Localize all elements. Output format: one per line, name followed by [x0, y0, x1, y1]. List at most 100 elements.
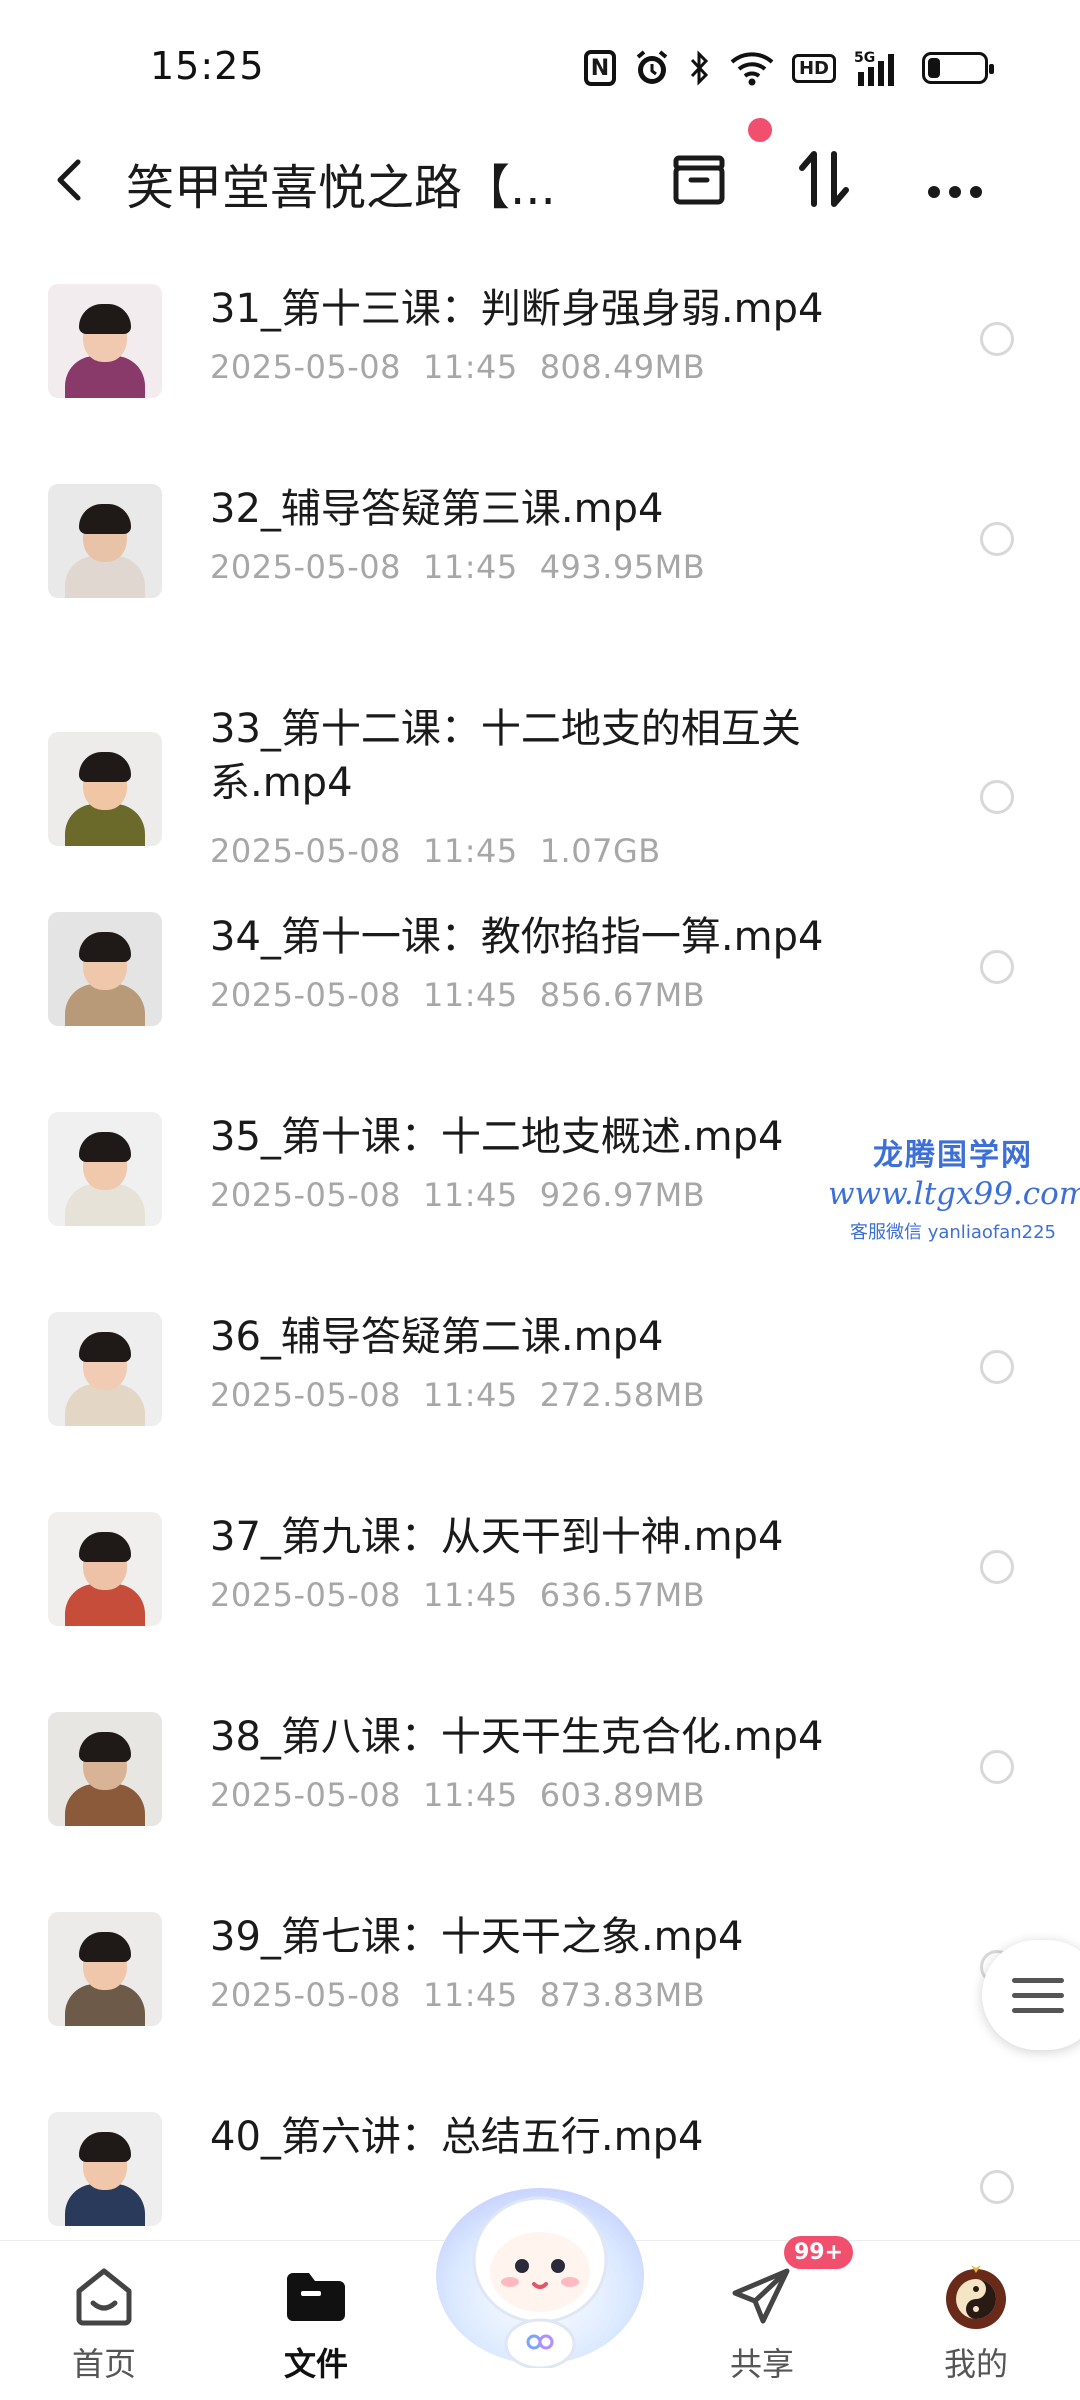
back-button[interactable]	[44, 152, 100, 208]
video-thumbnail	[48, 912, 162, 1026]
file-time: 11:45	[422, 1176, 518, 1214]
file-meta: 2025-05-08 11:45 873.83MB	[210, 1976, 727, 2014]
share-badge: 99+	[784, 2236, 854, 2269]
file-size: 493.95MB	[539, 548, 706, 586]
battery-icon	[922, 46, 994, 90]
nav-mine-label: 我的	[943, 2345, 1008, 2383]
nav-share-label: 共享	[729, 2345, 794, 2383]
file-row[interactable]: 38_第八课：十天干生克合化.mp4 2025-05-08 11:45 603.89M…	[0, 1688, 1080, 1888]
file-row[interactable]: 36_辅导答疑第二课.mp4 2025-05-08 11:45 272.58MB	[0, 1288, 1080, 1488]
file-meta: 2025-05-08 11:45 272.58MB	[210, 1376, 727, 1414]
transfer-box-icon	[673, 155, 725, 205]
file-name: 31_第十三课：判断身强身弱.mp4	[210, 286, 824, 332]
select-checkbox[interactable]	[980, 1350, 1014, 1384]
select-checkbox[interactable]	[980, 322, 1014, 356]
file-meta: 2025-05-08 11:45 808.49MB	[210, 348, 727, 386]
video-thumbnail	[48, 1712, 162, 1826]
wifi-icon	[730, 46, 774, 90]
bluetooth-icon	[688, 46, 712, 90]
battery-fill	[928, 58, 940, 78]
status-icons: N HD 5G	[583, 46, 994, 90]
hd-icon: HD	[791, 46, 836, 90]
file-date: 2025-05-08	[210, 976, 401, 1014]
file-list[interactable]: 31_第十三课：判断身强身弱.mp4 2025-05-08 11:45 808.49M…	[0, 260, 1080, 2240]
more-icon	[928, 186, 982, 198]
file-name: 32_辅导答疑第三课.mp4	[210, 486, 664, 532]
file-time: 11:45	[422, 548, 518, 586]
file-name: 33_第十二课：十二地支的相互关系.mp4	[210, 706, 801, 806]
transfer-box-button[interactable]	[664, 144, 734, 214]
file-time: 11:45	[422, 1576, 518, 1614]
file-date: 2025-05-08	[210, 1576, 401, 1614]
nav-mine[interactable]: 我的	[906, 2261, 1046, 2385]
file-size: 926.97MB	[539, 1176, 706, 1214]
file-time: 11:45	[422, 832, 518, 870]
5g-signal-icon: 5G	[854, 46, 904, 90]
select-checkbox[interactable]	[980, 522, 1014, 556]
select-checkbox[interactable]	[980, 950, 1014, 984]
yin-yang-avatar-icon	[941, 2261, 1011, 2331]
file-date: 2025-05-08	[210, 832, 401, 870]
file-size: 272.58MB	[539, 1376, 706, 1414]
video-thumbnail	[48, 1112, 162, 1226]
ai-mascot-button[interactable]	[430, 2168, 650, 2370]
watermark-title: 龙腾国学网	[873, 1138, 1033, 1173]
share-plane-icon	[727, 2261, 797, 2331]
select-checkbox[interactable]	[980, 2170, 1014, 2204]
video-thumbnail	[48, 1312, 162, 1426]
nav-home[interactable]: 首页	[34, 2261, 174, 2385]
select-checkbox[interactable]	[980, 1550, 1014, 1584]
file-size: 636.57MB	[539, 1576, 706, 1614]
file-name: 37_第九课：从天干到十神.mp4	[210, 1514, 784, 1560]
file-meta: 2025-05-08 11:45 603.89MB	[210, 1776, 727, 1814]
status-time: 15:25	[150, 44, 265, 88]
more-button[interactable]	[920, 144, 990, 214]
sort-button[interactable]	[790, 144, 860, 214]
file-name: 40_第六讲：总结五行.mp4	[210, 2114, 704, 2160]
file-meta: 2025-05-08 11:45 856.67MB	[210, 976, 727, 1014]
video-thumbnail	[48, 1512, 162, 1626]
select-checkbox[interactable]	[980, 780, 1014, 814]
file-time: 11:45	[422, 348, 518, 386]
video-thumbnail	[48, 484, 162, 598]
file-date: 2025-05-08	[210, 1376, 401, 1414]
select-checkbox[interactable]	[980, 1750, 1014, 1784]
file-name: 38_第八课：十天干生克合化.mp4	[210, 1714, 824, 1760]
file-size: 873.83MB	[539, 1976, 706, 2014]
ai-mascot-icon	[436, 2188, 644, 2370]
folder-icon	[281, 2261, 351, 2331]
file-name: 34_第十一课：教你掐指一算.mp4	[210, 914, 824, 960]
file-size: 603.89MB	[539, 1776, 706, 1814]
file-date: 2025-05-08	[210, 1976, 401, 2014]
file-row[interactable]: 33_第十二课：十二地支的相互关系.mp4 2025-05-08 11:45 1.07…	[0, 660, 1080, 888]
file-row[interactable]: 37_第九课：从天干到十神.mp4 2025-05-08 11:45 636.57MB	[0, 1488, 1080, 1688]
watermark: 龙腾国学网 www.ltgx99.com 客服微信 yanliaofan225	[828, 1130, 1080, 1244]
file-meta: 2025-05-08 11:45 926.97MB	[210, 1176, 727, 1214]
file-size: 1.07GB	[539, 832, 661, 870]
page-title: 笑甲堂喜悦之路【...	[126, 160, 556, 216]
alarm-icon	[634, 46, 670, 90]
file-row[interactable]: 39_第七课：十天干之象.mp4 2025-05-08 11:45 873.83MB	[0, 1888, 1080, 2088]
file-size: 808.49MB	[539, 348, 706, 386]
file-time: 11:45	[422, 1976, 518, 2014]
back-icon	[57, 159, 81, 201]
sort-icon	[799, 151, 849, 207]
file-date: 2025-05-08	[210, 548, 401, 586]
file-row[interactable]: 32_辅导答疑第三课.mp4 2025-05-08 11:45 493.95MB	[0, 460, 1080, 660]
nav-files[interactable]: 文件	[246, 2261, 386, 2385]
file-date: 2025-05-08	[210, 1176, 401, 1214]
menu-bar-icon	[1012, 1978, 1064, 1983]
header: 笑甲堂喜悦之路【...	[0, 130, 1080, 260]
file-meta: 2025-05-08 11:45 493.95MB	[210, 548, 727, 586]
nav-share[interactable]: 共享	[692, 2261, 832, 2385]
file-date: 2025-05-08	[210, 1776, 401, 1814]
video-thumbnail	[48, 1912, 162, 2026]
file-time: 11:45	[422, 976, 518, 1014]
video-thumbnail	[48, 284, 162, 398]
file-meta: 2025-05-08 11:45 636.57MB	[210, 1576, 727, 1614]
status-bar: 15:25 N HD 5G	[0, 0, 1080, 130]
file-row[interactable]: 34_第十一课：教你掐指一算.mp4 2025-05-08 11:45 856.67M…	[0, 888, 1080, 1088]
file-name: 36_辅导答疑第二课.mp4	[210, 1314, 664, 1360]
file-row[interactable]: 31_第十三课：判断身强身弱.mp4 2025-05-08 11:45 808.49M…	[0, 260, 1080, 460]
file-time: 11:45	[422, 1376, 518, 1414]
